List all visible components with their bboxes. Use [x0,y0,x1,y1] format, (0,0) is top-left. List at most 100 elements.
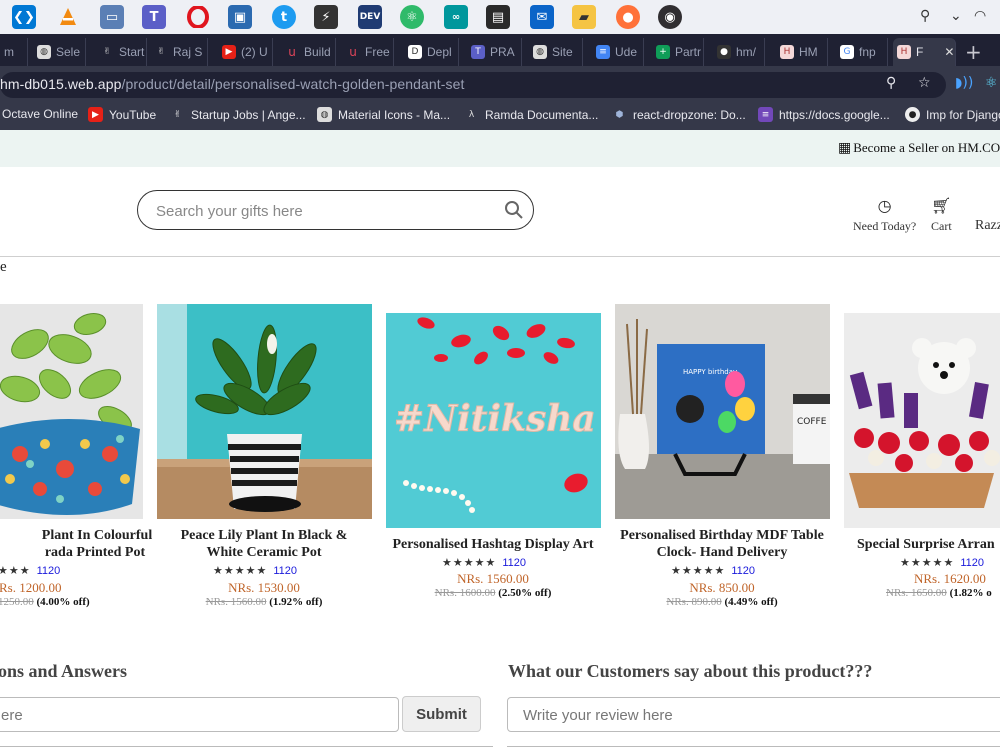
tab-0[interactable]: m [0,38,28,66]
extension-audio-icon[interactable]: ◗)) [955,75,973,91]
tab-1[interactable]: ◍ Sele [33,38,86,66]
bookmark-ramda[interactable]: λ Ramda Documenta... [464,107,599,122]
rating-stars: ★★★★★ 1120 [671,564,755,577]
become-seller-link[interactable]: ▦ Become a Seller on HM.COM [838,140,1000,156]
bookmark-startup-jobs[interactable]: ✌ Startup Jobs | Ange... [170,107,306,122]
tab-6[interactable]: u Free [342,38,394,66]
rating-count: 1120 [36,565,61,577]
tab-4[interactable]: ▶ (2) U [218,38,273,66]
new-tab-icon[interactable]: + [965,40,982,64]
product-name[interactable]: Personalised Birthday MDF Table Clock- H… [612,527,832,561]
product-old-price: NRs. 1650.00 (1.82% o [886,587,992,599]
git-icon[interactable]: ⚛ [400,5,424,29]
tab-12[interactable]: ● hm/ [713,38,765,66]
tab-2[interactable]: ✌ Start [96,38,147,66]
explorer-icon[interactable]: ▰ [572,5,596,29]
twitter-icon[interactable]: t [272,5,296,29]
hashtag-art-text: #Nitiksha [394,398,596,440]
tab-3[interactable]: ✌ Raj S [150,38,208,66]
cart-button[interactable]: 🛒︎ Cart [931,196,952,234]
sheets-icon: + [656,45,670,59]
vlc-icon[interactable] [56,5,80,29]
product-old-price: NRs. 890.00 (4.49% off) [666,596,778,608]
terminal-icon[interactable]: ⚡ [314,5,338,29]
wifi-icon[interactable]: ◠ [974,8,986,24]
submit-question-button[interactable]: Submit [402,696,481,732]
store-icon[interactable]: ▤ [486,5,510,29]
docs-icon: ≡ [596,45,610,59]
rating-count: 1120 [731,565,755,577]
product-image[interactable]: HAPPY birthday COFFE [615,304,830,519]
reviews-section-title: What our Customers say about this produc… [508,661,873,681]
u-icon: u [288,45,296,59]
rating-stars: ★★★★★ 1120 [213,564,297,577]
product-old-price: NRs. 1600.00 (2.50% off) [434,587,552,599]
teams-icon: T [471,45,485,59]
teams-icon[interactable]: T [142,5,166,29]
vscode-icon[interactable]: ❮❯ [12,5,36,29]
bookmark-material-icons[interactable]: ◍ Material Icons - Ma... [317,107,450,122]
arduino-icon[interactable]: ∞ [444,5,468,29]
peace-icon: ✌ [157,47,165,57]
opera-icon[interactable] [186,5,210,29]
tab-14[interactable]: Gfnp [836,38,888,66]
bookmark-google-docs[interactable]: ≡ https://docs.google... [758,107,890,122]
clock-icon: ◷ [877,196,892,215]
product-image[interactable] [844,313,1000,528]
url-text[interactable]: hm-db015.web.app/product/detail/personal… [0,76,465,92]
tab-10[interactable]: ≡ Ude [592,38,644,66]
product-name[interactable]: Personalised Hashtag Display Art [383,536,603,553]
product-price: NRs. 1620.00 [914,571,986,586]
product-name[interactable]: Peace Lily Plant In Black & White Cerami… [154,527,374,561]
tab-8[interactable]: T PRA [467,38,522,66]
bookmarks-bar: Octave Online ▶ YouTube ✌ Startup Jobs | A… [0,102,1000,130]
product-price: Rs. 1200.00 [0,580,62,595]
question-placeholder: ere [1,707,23,724]
tab-active[interactable]: H F ✕ [893,38,956,66]
dev-icon[interactable]: DEV [358,5,382,29]
remote-desktop-icon[interactable]: ▭ [100,5,124,29]
firefox-icon[interactable]: ● [616,5,640,29]
header-divider [0,256,1000,257]
extension-react-icon[interactable]: ⚛ [985,75,998,91]
search-box[interactable]: Search your gifts here [137,190,534,230]
person-icon[interactable]: ⚲ [920,8,930,24]
bookmark-react-dropzone[interactable]: ⬢ react-dropzone: Do... [612,107,746,122]
user-menu[interactable]: Razz [975,218,1000,234]
bookmark-star-icon[interactable]: ☆ [918,75,931,91]
bookmark-octave[interactable]: Octave Online [2,107,78,121]
tab-13[interactable]: H HM [776,38,828,66]
tab-9[interactable]: ◍ Site [529,38,583,66]
rating-count: 1120 [960,557,984,569]
section-rule [0,746,493,747]
product-price: NRs. 1530.00 [228,580,300,595]
product-image[interactable]: #Nitiksha [386,313,601,528]
bookmark-youtube[interactable]: ▶ YouTube [88,107,156,122]
bookmark-imp-django[interactable]: ● Imp for Django [905,107,1000,122]
search-input[interactable]: Search your gifts here [156,203,303,220]
hm-icon: H [780,45,794,59]
need-today-button[interactable]: ◷ Need Today? [853,196,916,234]
cube-icon: ⬢ [615,109,624,120]
tab-5[interactable]: u Build [281,38,336,66]
chevron-icon[interactable]: ⌄ [950,8,962,24]
search-icon[interactable] [504,200,524,220]
mug-image-text: COFFE [797,417,827,427]
close-tab-icon[interactable]: ✕ [944,45,954,59]
peace-icon: ✌ [103,47,111,57]
tab-11[interactable]: + Partr [652,38,704,66]
github-icon: ● [717,45,731,59]
zoom-search-icon[interactable]: ⚲ [886,75,896,91]
product-image[interactable] [0,304,143,519]
obs-icon[interactable]: ◉ [658,5,682,29]
question-input[interactable]: ere [0,697,399,732]
mail-icon[interactable]: ✉ [530,5,554,29]
product-image[interactable] [157,304,372,519]
virtualbox-icon[interactable]: ▣ [228,5,252,29]
ramda-icon: λ [468,109,475,120]
review-input[interactable]: Write your review here [507,697,1000,732]
globe-icon: ◍ [533,45,547,59]
tab-7[interactable]: D Depl [404,38,459,66]
product-name[interactable]: Special Surprise Arran [857,536,1000,553]
peace-icon: ✌ [173,109,182,120]
